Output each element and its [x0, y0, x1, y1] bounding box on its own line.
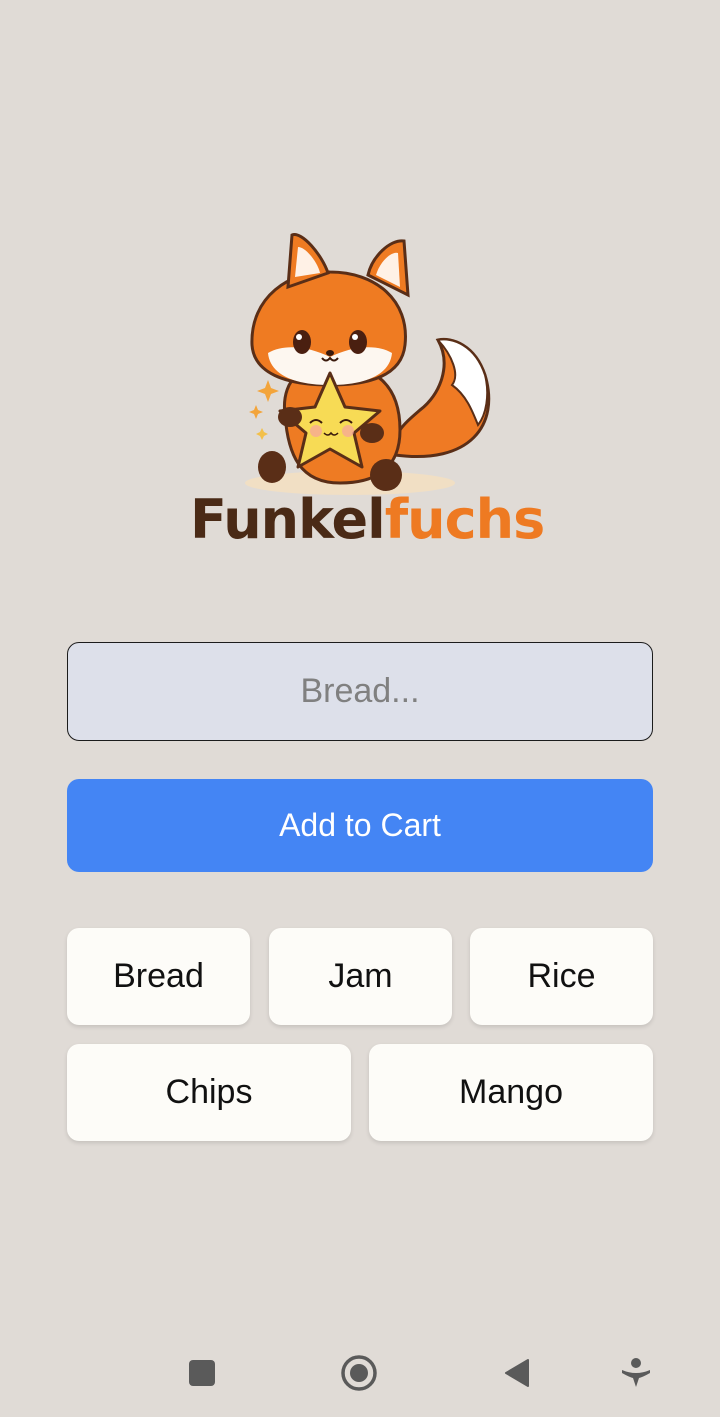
quick-item-bread[interactable]: Bread [67, 928, 250, 1025]
back-triangle-icon[interactable] [494, 1350, 540, 1396]
quick-item-jam[interactable]: Jam [269, 928, 452, 1025]
app-screen: Funkelfuchs Add to Cart Bread Jam Rice C… [0, 0, 720, 1417]
brand-wordmark: Funkelfuchs [190, 493, 545, 547]
accessibility-icon[interactable] [613, 1350, 659, 1396]
item-input[interactable] [67, 642, 653, 741]
brand-name-part1: Funkel [190, 488, 386, 551]
system-navbar [0, 1330, 720, 1417]
quick-item-mango[interactable]: Mango [369, 1044, 653, 1141]
brand-logo: Funkelfuchs [190, 225, 545, 575]
brand-name-part2: fuchs [384, 488, 546, 551]
quick-item-rice[interactable]: Rice [470, 928, 653, 1025]
fox-holding-star-icon [245, 233, 491, 495]
add-to-cart-button[interactable]: Add to Cart [67, 779, 653, 872]
square-icon[interactable] [179, 1350, 225, 1396]
home-circle-icon[interactable] [336, 1350, 382, 1396]
quick-item-chips[interactable]: Chips [67, 1044, 351, 1141]
